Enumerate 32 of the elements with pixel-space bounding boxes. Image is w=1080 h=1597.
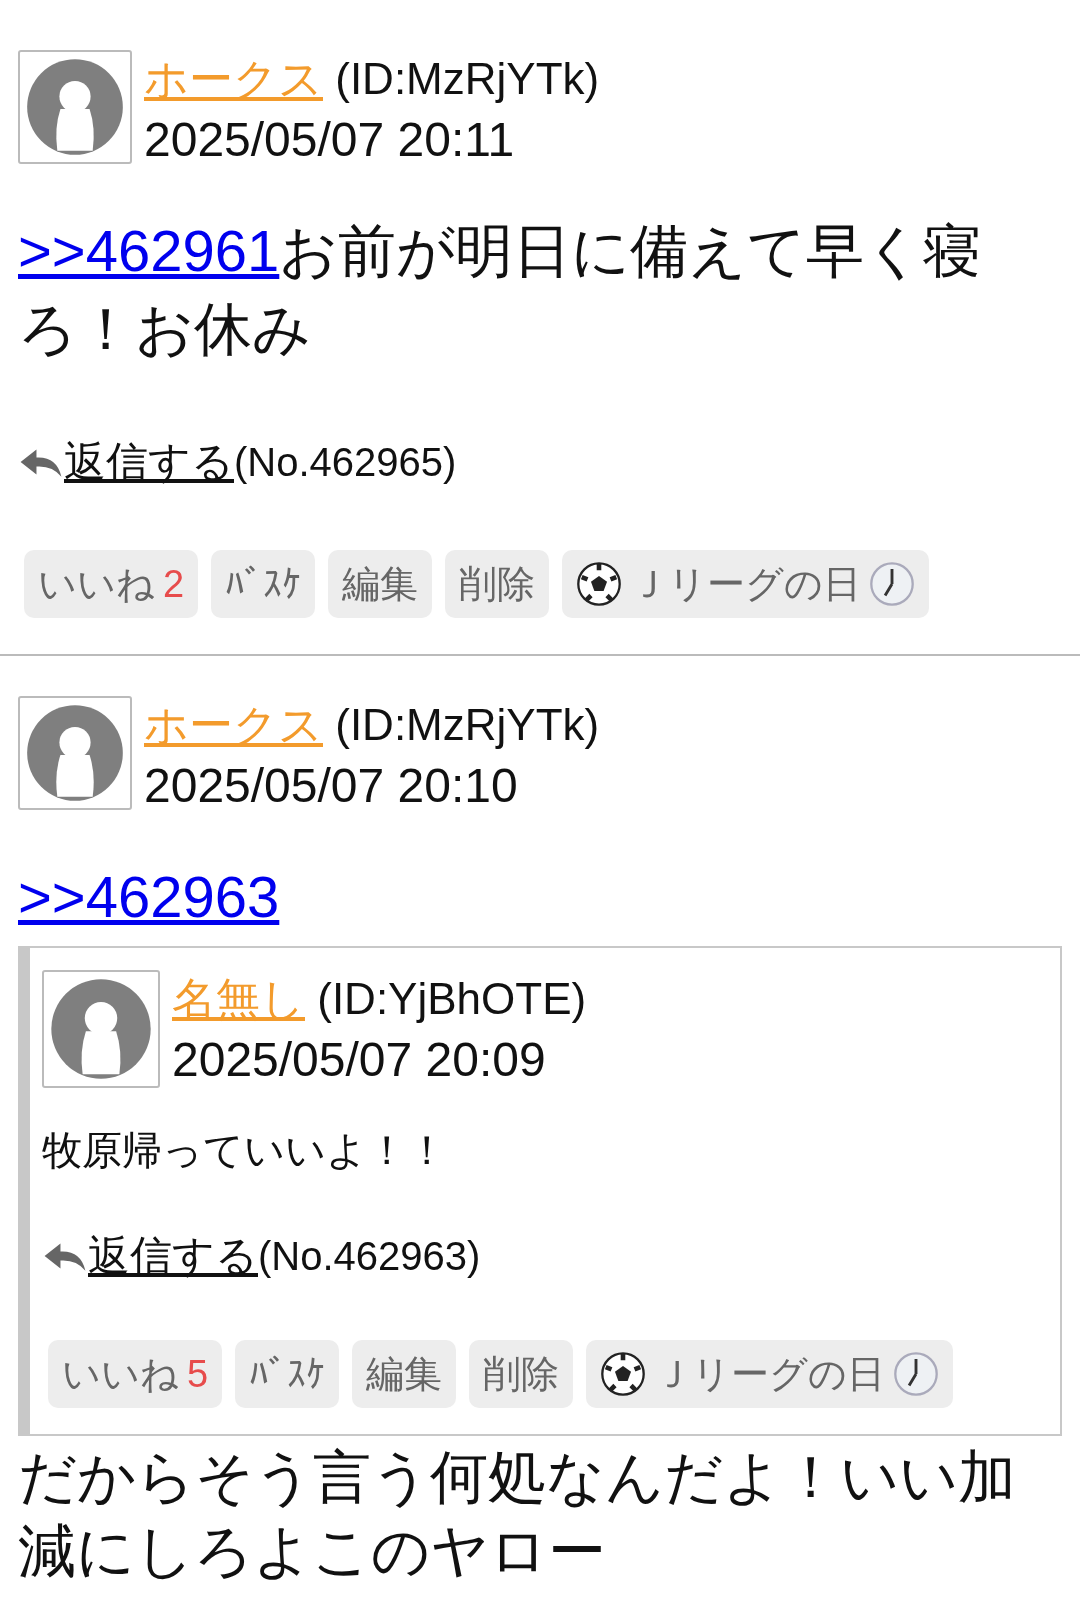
soccer-ball-icon — [600, 1351, 647, 1397]
post-number: (No.462965) — [234, 439, 457, 485]
action-button[interactable]: 編集 — [328, 550, 433, 618]
reply-link[interactable]: 返信する — [88, 1228, 258, 1284]
clock-icon — [869, 561, 916, 607]
post-date: 2025/05/07 20:10 — [144, 758, 519, 814]
user-id: (ID:MzRjYTk) — [335, 54, 600, 103]
like-button[interactable]: いいね 2 — [24, 550, 199, 618]
action-button[interactable]: 削除 — [445, 550, 550, 618]
avatar-icon — [18, 696, 132, 810]
post-date: 2025/05/07 20:09 — [172, 1032, 547, 1088]
action-button[interactable]: 編集 — [352, 1340, 457, 1408]
post-number: (No.462963) — [258, 1233, 481, 1279]
action-button[interactable]: 削除 — [469, 1340, 574, 1408]
clock-icon — [893, 1351, 940, 1397]
avatar-icon — [18, 50, 132, 164]
post-text: >>462961お前が明日に備えて早く寝ろ！お休み — [18, 217, 982, 363]
event-button[interactable]: Ｊリーグの日 — [562, 550, 930, 618]
post-text: だからそう言う何処なんだよ！いい加減にしろよこのヤロー — [18, 1442, 1017, 1587]
like-button[interactable]: いいね 5 — [48, 1340, 223, 1408]
anchor-link[interactable]: >>462963 — [18, 864, 280, 929]
soccer-ball-icon — [576, 561, 623, 607]
user-id: (ID:MzRjYTk) — [335, 700, 600, 749]
post-date: 2025/05/07 20:11 — [144, 112, 516, 168]
user-id: (ID:YjBhOTE) — [317, 974, 587, 1023]
anchor-link[interactable]: >>462961 — [18, 218, 280, 283]
event-button[interactable]: Ｊリーグの日 — [586, 1340, 954, 1408]
post-text: 牧原帰っていいよ！！ — [42, 1126, 448, 1175]
reply-link[interactable]: 返信する — [64, 434, 234, 490]
action-button[interactable]: ﾊﾞｽｹ — [211, 550, 316, 618]
avatar-icon — [42, 970, 160, 1088]
action-button[interactable]: ﾊﾞｽｹ — [235, 1340, 340, 1408]
